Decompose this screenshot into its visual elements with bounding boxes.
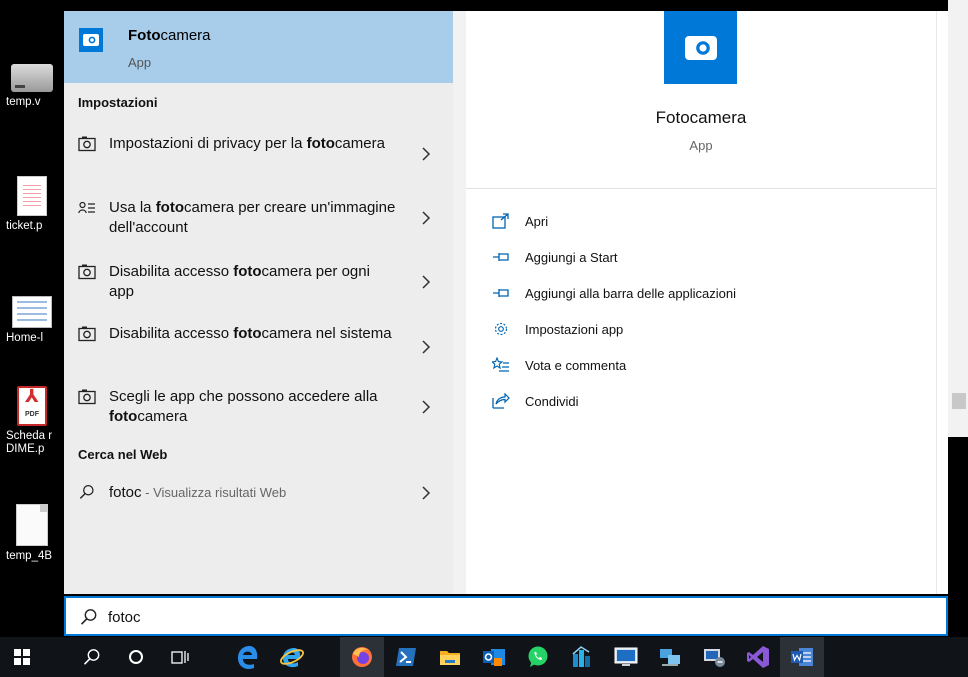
word-icon bbox=[791, 648, 813, 666]
task-view-icon bbox=[171, 651, 189, 664]
powershell-taskbar-button[interactable] bbox=[384, 637, 428, 677]
chevron-right-icon bbox=[422, 400, 431, 414]
sql-tool-taskbar-button[interactable] bbox=[692, 637, 736, 677]
outlook-icon bbox=[483, 649, 505, 666]
chevron-right-icon bbox=[422, 147, 431, 161]
server-icon bbox=[704, 649, 725, 667]
powershell-icon bbox=[396, 648, 416, 666]
background-window-edge bbox=[948, 0, 968, 437]
result-privacy-camera[interactable]: Impostazioni di privacy per la fotocamer… bbox=[64, 132, 453, 176]
search-results-list: Fotocamera App Impostazioni Impostazioni… bbox=[64, 11, 453, 594]
desktop-icon-home[interactable]: Home-l bbox=[0, 296, 64, 345]
spreadsheet-icon bbox=[12, 296, 52, 328]
task-view-button[interactable] bbox=[158, 637, 202, 677]
whatsapp-icon bbox=[528, 646, 548, 667]
internet-explorer-icon bbox=[280, 648, 304, 668]
file-icon bbox=[16, 504, 48, 546]
outlook-taskbar-button[interactable] bbox=[472, 637, 516, 677]
cortana-circle-icon bbox=[129, 650, 143, 664]
result-disable-camera-apps[interactable]: Disabilita accesso fotocamera per ogni a… bbox=[64, 260, 453, 304]
desktop-icon-temp-v[interactable]: temp.v bbox=[0, 58, 64, 109]
chevron-right-icon bbox=[422, 275, 431, 289]
network-icon bbox=[660, 649, 680, 666]
pin-icon bbox=[493, 253, 509, 261]
result-disable-camera-system[interactable]: Disabilita accesso fotocamera nel sistem… bbox=[64, 322, 453, 366]
best-match-type: App bbox=[128, 55, 152, 70]
action-aggiungi-start[interactable]: Aggiungi a Start bbox=[492, 246, 892, 270]
whatsapp-taskbar-button[interactable] bbox=[516, 637, 560, 677]
open-icon bbox=[492, 213, 509, 229]
pin-icon bbox=[493, 289, 509, 297]
camera-outline-icon bbox=[78, 326, 96, 342]
word-taskbar-button[interactable] bbox=[780, 637, 824, 677]
desktop-icon-temp-4b[interactable]: temp_4B bbox=[0, 504, 64, 563]
camera-app-icon bbox=[79, 28, 103, 52]
internet-explorer-taskbar-button[interactable] bbox=[270, 637, 314, 677]
section-impostazioni: Impostazioni bbox=[78, 95, 158, 110]
start-button[interactable] bbox=[0, 637, 44, 677]
desktop-icon-ticket[interactable]: ticket.p bbox=[0, 176, 64, 233]
firefox-taskbar-button[interactable] bbox=[340, 637, 384, 677]
preview-title: Fotocamera bbox=[655, 108, 747, 127]
action-vota-commenta[interactable]: Vota e commenta bbox=[492, 354, 892, 378]
network-tool-taskbar-button[interactable] bbox=[648, 637, 692, 677]
result-web-search[interactable]: fotoc - Visualizza risultati Web bbox=[64, 481, 453, 507]
action-apri[interactable]: Apri bbox=[492, 210, 892, 234]
desktop-icon-scheda-dime[interactable]: ⅄ PDF Scheda r DIME.p bbox=[0, 386, 64, 456]
search-icon bbox=[83, 649, 100, 665]
drive-icon bbox=[11, 64, 53, 92]
app-preview-pane: Fotocamera App Apri Aggiungi a Start Agg… bbox=[466, 11, 948, 594]
monitor-icon bbox=[614, 647, 638, 666]
database-icon bbox=[572, 646, 590, 667]
search-icon bbox=[79, 484, 94, 499]
database-tool-taskbar-button[interactable] bbox=[560, 637, 604, 677]
firefox-icon bbox=[352, 647, 372, 667]
search-input[interactable] bbox=[108, 606, 808, 628]
document-icon bbox=[17, 176, 47, 216]
taskbar bbox=[0, 637, 968, 677]
section-cerca-nel-web: Cerca nel Web bbox=[78, 447, 168, 462]
chevron-right-icon bbox=[422, 340, 431, 354]
best-match-fotocamera[interactable]: Fotocamera App bbox=[64, 11, 453, 83]
pane-scroll-edge bbox=[936, 11, 937, 594]
action-condividi[interactable]: Condividi bbox=[492, 390, 892, 414]
windows-logo-icon bbox=[14, 649, 30, 665]
file-explorer-taskbar-button[interactable] bbox=[428, 637, 472, 677]
search-icon bbox=[80, 609, 97, 625]
star-list-icon bbox=[492, 357, 509, 372]
divider bbox=[466, 188, 936, 189]
search-box[interactable] bbox=[64, 596, 948, 636]
camera-outline-icon bbox=[78, 264, 96, 280]
camera-app-large-icon bbox=[664, 11, 737, 84]
pdf-icon: ⅄ PDF bbox=[17, 386, 47, 426]
edge-icon bbox=[238, 646, 258, 669]
visual-studio-icon bbox=[747, 646, 769, 668]
camera-outline-icon bbox=[78, 136, 96, 152]
remote-desktop-taskbar-button[interactable] bbox=[604, 637, 648, 677]
share-icon bbox=[492, 393, 510, 409]
cortana-button[interactable] bbox=[114, 637, 158, 677]
visual-studio-taskbar-button[interactable] bbox=[736, 637, 780, 677]
chevron-right-icon bbox=[422, 211, 431, 225]
preview-subtitle: App bbox=[689, 138, 713, 153]
best-match-name: Fotocamera bbox=[128, 27, 211, 44]
action-aggiungi-barra[interactable]: Aggiungi alla barra delle applicazioni bbox=[492, 282, 892, 306]
result-account-picture[interactable]: Usa la fotocamera per creare un'immagine… bbox=[64, 196, 453, 240]
chevron-right-icon bbox=[422, 486, 431, 500]
camera-outline-icon bbox=[78, 389, 96, 405]
taskbar-search-button[interactable] bbox=[70, 637, 114, 677]
folder-icon bbox=[440, 651, 460, 665]
gear-icon bbox=[494, 322, 508, 336]
action-impostazioni-app[interactable]: Impostazioni app bbox=[492, 318, 892, 342]
account-list-icon bbox=[78, 201, 95, 214]
start-menu-search-panel: Fotocamera App Impostazioni Impostazioni… bbox=[64, 11, 948, 594]
edge-taskbar-button[interactable] bbox=[226, 637, 270, 677]
result-choose-camera-apps[interactable]: Scegli le app che possono accedere alla … bbox=[64, 385, 453, 429]
